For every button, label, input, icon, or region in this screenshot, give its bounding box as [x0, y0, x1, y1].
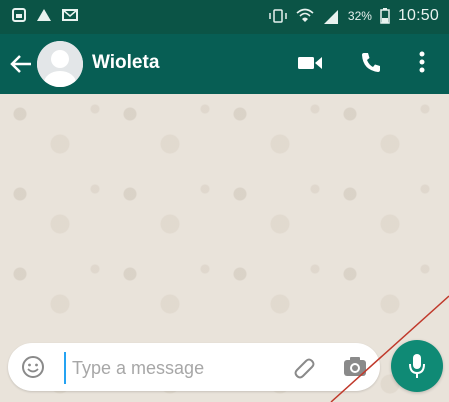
- message-composer: [8, 343, 380, 391]
- voice-call-icon[interactable]: [359, 50, 383, 74]
- avatar[interactable]: [37, 41, 83, 87]
- emoji-icon[interactable]: [21, 355, 45, 379]
- warning-notification-icon: [37, 9, 51, 21]
- overflow-menu-icon[interactable]: [418, 50, 426, 74]
- mail-notification-icon: [62, 9, 78, 21]
- contact-name[interactable]: Wioleta: [92, 52, 159, 74]
- vibrate-icon: [269, 9, 287, 23]
- notification-icons: [12, 8, 78, 22]
- clock: 10:50: [397, 7, 439, 24]
- signal-icon: [323, 10, 338, 24]
- voice-message-button[interactable]: [391, 340, 443, 392]
- message-input[interactable]: [64, 352, 284, 384]
- gallery-notification-icon: [12, 8, 26, 22]
- wifi-icon: [296, 8, 314, 22]
- battery-icon: [380, 8, 390, 24]
- camera-icon[interactable]: [342, 355, 368, 379]
- microphone-icon: [409, 354, 425, 378]
- status-bar: 32% 10:50: [0, 0, 449, 34]
- video-call-icon[interactable]: [297, 54, 323, 72]
- battery-percent: 32%: [347, 9, 372, 23]
- chat-header: Wioleta: [0, 34, 449, 94]
- system-indicators: 32% 10:50: [268, 7, 439, 25]
- default-avatar-icon: [37, 41, 83, 87]
- back-arrow-icon[interactable]: [8, 51, 34, 77]
- paperclip-icon[interactable]: [292, 355, 316, 379]
